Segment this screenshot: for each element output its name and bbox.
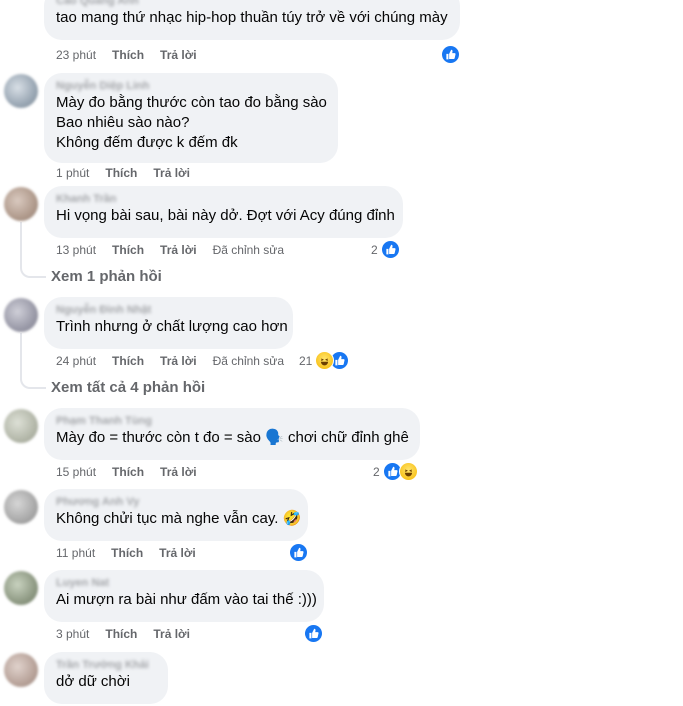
comment-text: Ai mượn ra bài như đấm vào tai thế :))) [56,591,317,608]
comment-author[interactable]: Phương Anh Vy [56,495,296,509]
avatar[interactable] [4,490,38,524]
like-button[interactable]: Thích [112,48,144,62]
view-replies-link[interactable]: Xem tất cả 4 phản hồi [51,379,205,396]
thumbs-up-icon [441,45,460,64]
reply-button[interactable]: Trả lời [160,465,197,479]
comment-author[interactable]: Khanh Trần [56,192,391,206]
like-button[interactable]: Thích [105,627,137,641]
comment-text: Không đếm được k đếm đk [56,134,238,151]
comment-actions: 1 phút Thích Trả lời [56,166,190,180]
like-button[interactable]: Thích [105,166,137,180]
comment-author[interactable]: Nguyễn Đình Nhật [56,303,281,317]
comment-author[interactable]: Cao Quang Anh [56,0,448,8]
comment-time[interactable]: 15 phút [56,465,96,479]
comment-actions: 23 phút Thích Trả lời [56,48,197,62]
comment-bubble: Nguyễn Diệp Linh Mày đo bằng thước còn t… [44,73,338,163]
comment-text: tao mang thứ nhạc hip-hop thuần túy trở … [56,9,448,26]
reaction-summary[interactable] [441,45,460,64]
reaction-count: 21 [299,353,313,368]
comment-text: Mày đo bằng thước còn tao đo bằng sào [56,94,327,111]
comment-author[interactable]: Luyen Nat [56,576,312,590]
reaction-summary[interactable] [289,543,308,562]
comment-actions: 11 phút Thích Trả lời [56,546,196,560]
edited-label: Đã chỉnh sửa [212,354,284,368]
avatar[interactable] [4,409,38,443]
avatar[interactable] [4,187,38,221]
comment-bubble: Nguyễn Đình Nhật Trình nhưng ở chất lượn… [44,297,293,349]
thread-connector [20,222,46,278]
comment-time[interactable]: 3 phút [56,627,89,641]
comment-text: dở dữ chời [56,673,130,690]
thread-connector [20,333,46,389]
reaction-summary[interactable]: 2 [371,240,400,259]
comment-bubble: Khanh Trần Hi vọng bài sau, bài này dở. … [44,186,403,238]
reply-button[interactable]: Trả lời [160,243,197,257]
laughing-face-icon [398,462,418,481]
reply-button[interactable]: Trả lời [153,627,190,641]
comment-time[interactable]: 24 phút [56,354,96,368]
reply-button[interactable]: Trả lời [153,166,190,180]
view-replies-link[interactable]: Xem 1 phản hồi [51,268,162,285]
comment-text: Mày đo = thước còn t đo = sào 🗣️ chơi ch… [56,429,409,446]
comment-text: Hi vọng bài sau, bài này dở. Đợt với Acy… [56,207,395,224]
comment-bubble: Cao Quang Anh tao mang thứ nhạc hip-hop … [44,0,460,40]
like-button[interactable]: Thích [112,354,144,368]
comment-time[interactable]: 23 phút [56,48,96,62]
avatar[interactable] [4,571,38,605]
comment-text: Trình nhưng ở chất lượng cao hơn [56,318,288,335]
comment-actions: 13 phút Thích Trả lời Đã chỉnh sửa [56,243,284,257]
thumbs-up-icon [289,543,308,562]
comment-bubble: Phương Anh Vy Không chửi tục mà nghe vẫn… [44,489,308,541]
comment-bubble: Luyen Nat Ai mượn ra bài như đấm vào tai… [44,570,324,622]
reaction-summary[interactable]: 2 [373,462,418,481]
comment-author[interactable]: Nguyễn Diệp Linh [56,79,326,93]
laughing-face-icon [315,351,335,370]
comment-author[interactable]: Phạm Thanh Tùng [56,414,408,428]
comment-actions: 3 phút Thích Trả lời [56,627,190,641]
reply-button[interactable]: Trả lời [160,48,197,62]
comment-bubble: Trần Trường Khải dở dữ chời [44,652,168,704]
comment-time[interactable]: 11 phút [56,546,95,560]
comment-bubble: Phạm Thanh Tùng Mày đo = thước còn t đo … [44,408,420,460]
avatar[interactable] [4,74,38,108]
reaction-count: 2 [371,242,378,257]
avatar[interactable] [4,653,38,687]
reaction-summary[interactable]: 21 [299,351,350,370]
like-button[interactable]: Thích [112,465,144,479]
comment-actions: 15 phút Thích Trả lời [56,465,197,479]
like-button[interactable]: Thích [112,243,144,257]
comment-text: Không chửi tục mà nghe vẫn cay. 🤣 [56,510,302,527]
comment-author[interactable]: Trần Trường Khải [56,658,156,672]
comment-text: Bao nhiêu sào nào? [56,114,190,131]
comment-time[interactable]: 13 phút [56,243,96,257]
comment-actions: 24 phút Thích Trả lời Đã chỉnh sửa [56,354,284,368]
avatar[interactable] [4,298,38,332]
reply-button[interactable]: Trả lời [159,546,196,560]
reply-button[interactable]: Trả lời [160,354,197,368]
like-button[interactable]: Thích [111,546,143,560]
edited-label: Đã chỉnh sửa [212,243,284,257]
reaction-summary[interactable] [304,624,323,643]
thumbs-up-icon [304,624,323,643]
thumbs-up-icon [380,240,400,259]
comment-time[interactable]: 1 phút [56,166,89,180]
reaction-count: 2 [373,464,380,479]
